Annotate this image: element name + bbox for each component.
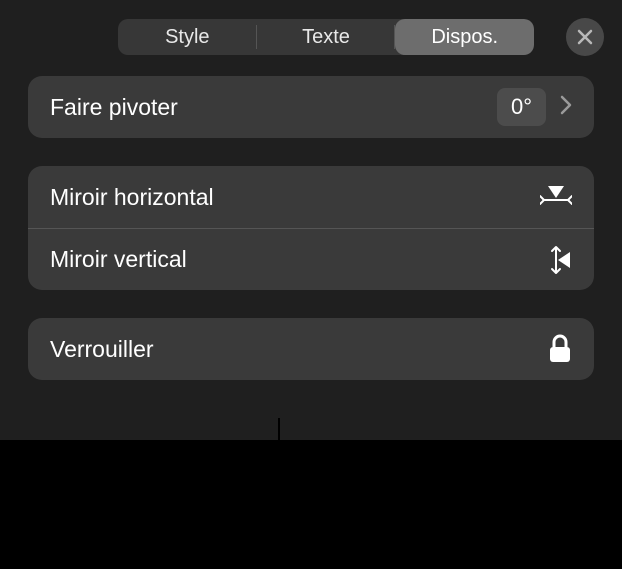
panel-content: Faire pivoter 0° Miroir horizontal [0, 56, 622, 380]
bottom-area [0, 440, 622, 569]
mirror-horizontal-row[interactable]: Miroir horizontal [28, 166, 594, 228]
close-button[interactable] [566, 18, 604, 56]
lock-icon [548, 334, 572, 364]
rotate-label: Faire pivoter [50, 94, 178, 121]
flip-horizontal-icon [540, 184, 572, 210]
callout-line [278, 418, 280, 498]
rotate-row[interactable]: Faire pivoter 0° [28, 76, 594, 138]
format-panel: Style Texte Dispos. Faire pivoter 0° [0, 0, 622, 440]
tab-text[interactable]: Texte [257, 19, 396, 55]
rotate-group: Faire pivoter 0° [28, 76, 594, 138]
tab-bar: Style Texte Dispos. [0, 18, 622, 56]
lock-label: Verrouiller [50, 336, 154, 363]
rotate-value[interactable]: 0° [497, 88, 546, 126]
mirror-vertical-label: Miroir vertical [50, 246, 187, 273]
lock-row[interactable]: Verrouiller [28, 318, 594, 380]
tab-style[interactable]: Style [118, 19, 257, 55]
rotate-controls: 0° [497, 88, 572, 126]
flip-vertical-icon [542, 245, 572, 275]
segmented-control: Style Texte Dispos. [118, 19, 534, 55]
close-icon [577, 29, 593, 45]
chevron-right-icon [560, 94, 572, 121]
tab-layout[interactable]: Dispos. [395, 19, 534, 55]
mirror-horizontal-label: Miroir horizontal [50, 184, 214, 211]
mirror-vertical-row[interactable]: Miroir vertical [28, 228, 594, 290]
lock-group: Verrouiller [28, 318, 594, 380]
mirror-group: Miroir horizontal Miroir vertical [28, 166, 594, 290]
